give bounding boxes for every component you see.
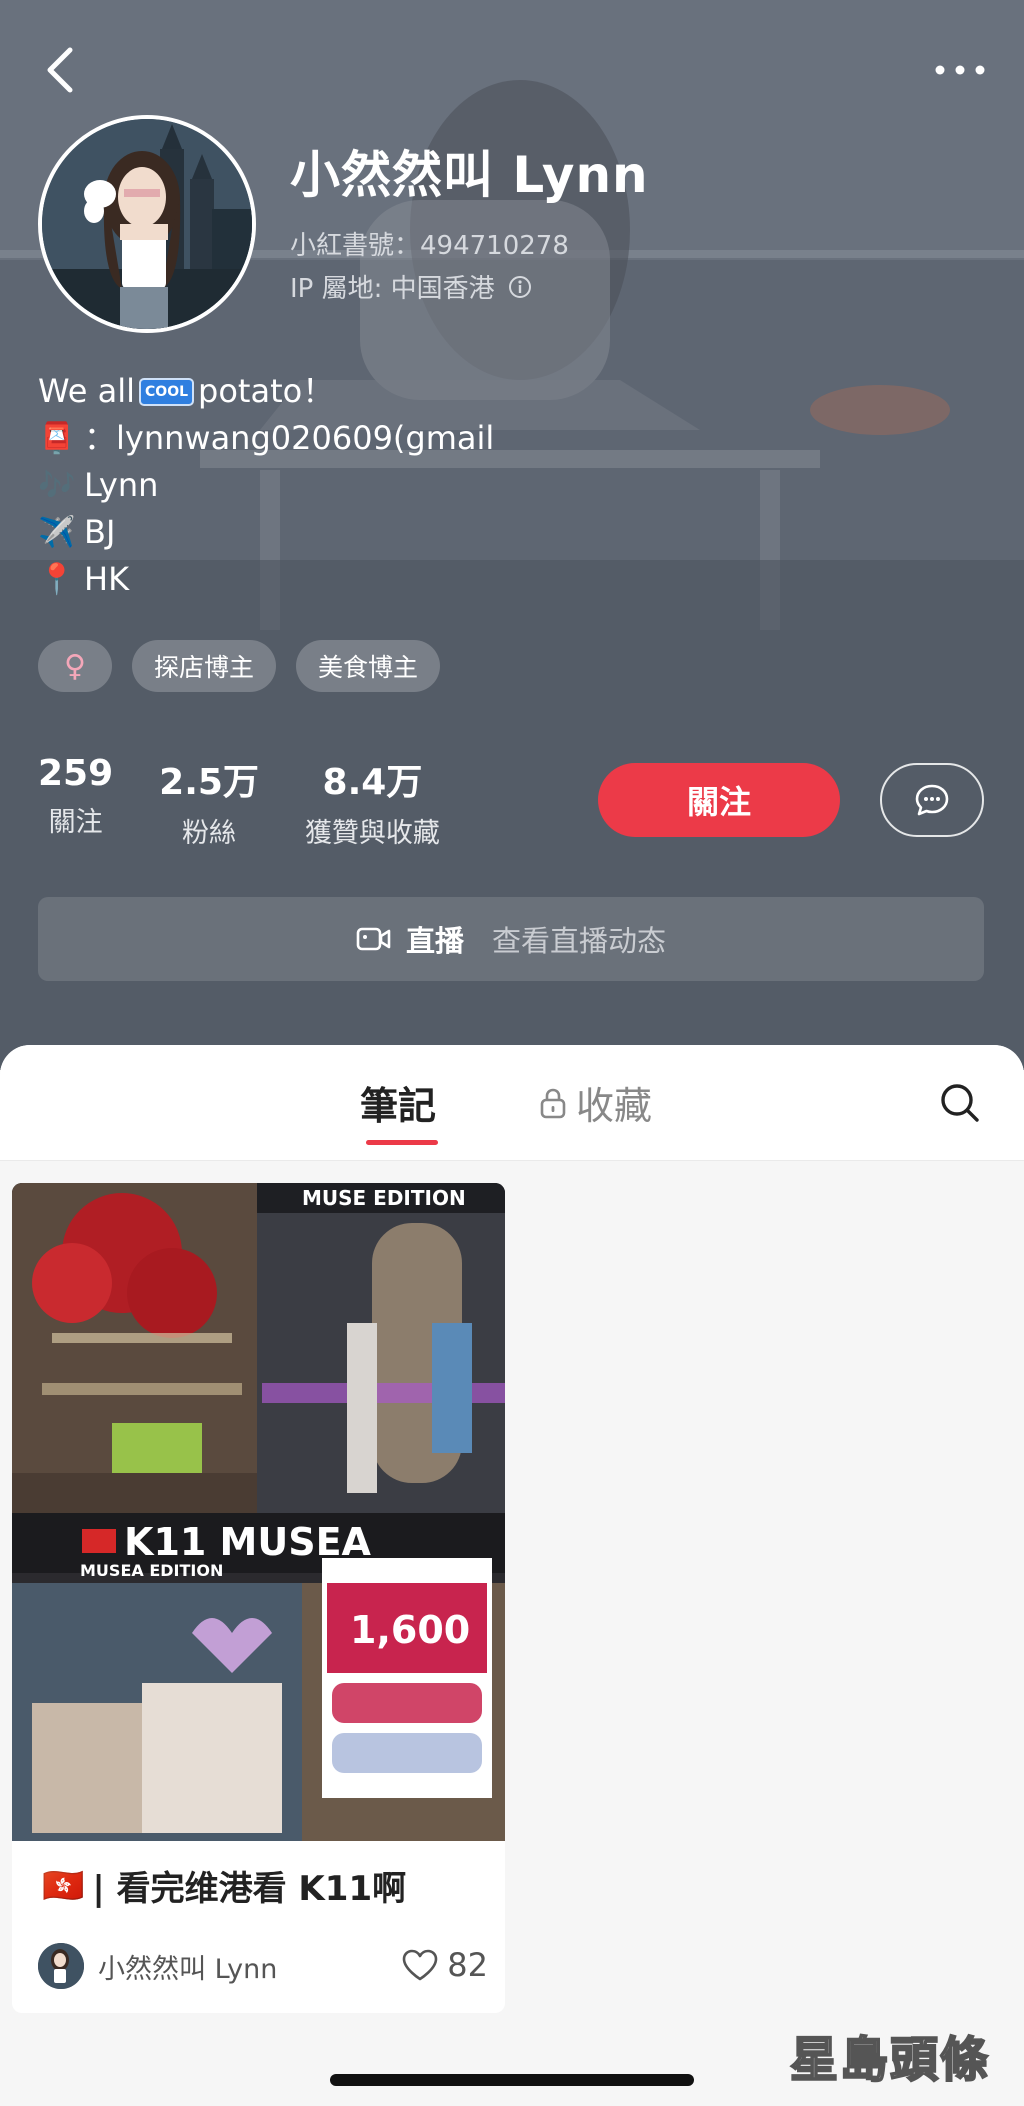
fans-count: 2.5万 [159,762,259,803]
gender-tag: ♀ [38,640,112,692]
likes-label: 獲贊與收藏 [304,818,440,849]
info-icon[interactable] [507,274,533,300]
bio-line-2: 📮 ：lynnwang020609(gmail [38,415,494,462]
bio-line-1: We all COOL potato！ [38,368,494,415]
bio-line1-prefix: We all [38,372,136,410]
note-cover-image[interactable]: MUSE EDITION K11 MUSEA MUSEA EDITION 1,6… [12,1183,505,1841]
tab-bar: 筆記 收藏 [0,1045,1024,1161]
lock-icon [540,1088,566,1118]
note-title[interactable]: 🇭🇰 | 看完维港看 K11啊 [42,1861,406,1910]
top-bar [0,30,1024,110]
tab-collections-label: 收藏 [576,1084,653,1128]
ip-location-text: IP 屬地: 中国香港 [290,274,495,304]
fans-stat[interactable]: 2.5万 粉絲 [159,753,259,850]
likes-collections-stat[interactable]: 8.4万 獲贊與收藏 [305,753,440,850]
musea-edition-text: MUSEA EDITION [80,1561,223,1580]
bio-line-4: ✈️ BJ [38,509,494,556]
note-title-text: | 看完维港看 K11啊 [92,1869,407,1909]
promo-amount-text: 1,600 [350,1608,470,1652]
female-icon: ♀ [64,648,86,684]
profile-stats: 259 關注 2.5万 粉絲 8.4万 獲贊與收藏 [38,753,486,850]
live-subtitle: 查看直播动态 [492,924,667,958]
tag-store-blogger[interactable]: 探店博主 [132,640,277,692]
following-count: 259 [38,753,114,794]
bio-city-bj: BJ [84,513,116,551]
more-options-button[interactable] [930,50,990,90]
location-pin-icon: 📍 [38,562,76,597]
like-count: 82 [447,1946,488,1984]
bio-line-3: 🎶 Lynn [38,462,494,509]
likes-count: 8.4万 [322,762,423,803]
more-dots-icon [935,65,985,75]
tab-collections[interactable]: 收藏 [538,1075,652,1130]
message-button[interactable] [880,763,984,837]
video-camera-icon [356,927,391,951]
chevron-left-icon [47,47,73,93]
k11-collage-image: MUSE EDITION K11 MUSEA MUSEA EDITION 1,6… [12,1183,505,1841]
live-stream-bar[interactable]: 直播 查看直播动态 [38,897,984,981]
chat-bubble-icon [915,784,949,816]
search-button[interactable] [938,1081,982,1125]
following-stat[interactable]: 259 關注 [38,753,113,850]
profile-header: 小然然叫 Lynn 小紅書號：494710278 IP 屬地: 中国香港 We … [0,0,1024,1070]
profile-nickname: 小然然叫 Lynn [290,146,649,204]
note-footer: 小然然叫 Lynn 82 [38,1938,488,1994]
k11-musea-text: K11 MUSEA [124,1520,372,1564]
content-panel: 筆記 收藏 MUSE EDITION K11 MUSEA MUSEA EDITI… [0,1045,1024,2106]
music-notes-icon: 🎶 [38,468,76,503]
back-button[interactable] [38,40,88,100]
active-tab-indicator [366,1140,438,1145]
airplane-icon: ✈️ [38,515,76,550]
following-label: 關注 [48,807,103,838]
bio-line1-suffix: potato！ [198,372,335,410]
avatar-illustration [42,119,252,329]
author-name[interactable]: 小然然叫 Lynn [98,1947,277,1986]
bio-line-5: 📍 HK [38,556,494,603]
news-watermark: 星島頭條 [789,2031,991,2089]
like-button[interactable]: 82 [401,1946,488,1984]
cool-badge-icon: COOL [139,377,195,406]
bio-name-text: Lynn [84,466,159,504]
account-id: 小紅書號：494710278 [290,231,569,261]
profile-avatar[interactable] [38,115,256,333]
tag-food-blogger[interactable]: 美食博主 [296,640,441,692]
live-title: 直播 [405,924,464,958]
bio-email-text: ：lynnwang020609(gmail [84,419,495,457]
hk-flag-icon: 🇭🇰 [42,1865,85,1906]
tab-notes[interactable]: 筆記 [360,1075,436,1130]
bio-city-hk: HK [84,560,130,598]
ip-location-row[interactable]: IP 屬地: 中国香港 [290,268,533,305]
search-icon [941,1084,979,1122]
muse-edition-text: MUSE EDITION [302,1186,466,1210]
profile-tags: ♀ 探店博主 美食博主 [38,640,441,692]
heart-icon [402,1949,438,1981]
mailbox-icon: 📮 [38,421,76,456]
author-avatar-illustration [38,1943,84,1989]
author-avatar[interactable] [38,1943,84,1989]
profile-bio: We all COOL potato！ 📮 ：lynnwang020609(gm… [38,368,494,603]
follow-button[interactable]: 關注 [598,763,840,837]
note-card[interactable]: MUSE EDITION K11 MUSEA MUSEA EDITION 1,6… [12,1183,505,2013]
home-indicator[interactable] [330,2074,694,2086]
fans-label: 粉絲 [182,818,237,849]
